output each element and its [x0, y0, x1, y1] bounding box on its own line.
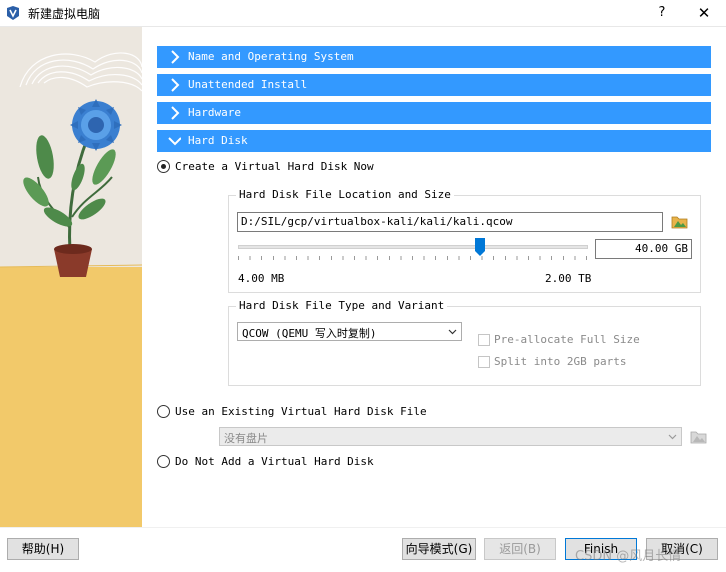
section-label: Hard Disk [188, 134, 248, 147]
help-button[interactable]: 帮助(H) [7, 538, 79, 560]
no-disk-label[interactable]: Do Not Add a Virtual Hard Disk [175, 455, 374, 468]
type-variant-group [228, 306, 701, 386]
disk-type-select[interactable]: QCOW (QEMU 写入时复制) [237, 322, 462, 341]
close-icon[interactable]: ✕ [692, 3, 716, 23]
disk-size-slider-ticks [238, 256, 588, 260]
section-hard-disk[interactable]: Hard Disk [157, 130, 711, 152]
chevron-down-icon [668, 434, 677, 440]
footer-separator [0, 527, 726, 528]
help-icon[interactable]: ? [653, 3, 671, 23]
max-size-label: 2.00 TB [545, 272, 592, 285]
preallocate-label[interactable]: Pre-allocate Full Size [494, 333, 640, 346]
no-disk-radio[interactable] [157, 455, 170, 468]
guided-mode-button[interactable]: 向导模式(G) [402, 538, 476, 560]
chevron-right-icon [171, 50, 180, 64]
existing-disk-label[interactable]: Use an Existing Virtual Hard Disk File [175, 405, 427, 418]
title-bar: 新建虚拟电脑 ? ✕ [0, 0, 726, 27]
chevron-right-icon [171, 106, 180, 120]
csdn-watermark: CSDN @风月长情 [575, 549, 682, 564]
virtualbox-icon [7, 6, 19, 20]
back-button[interactable]: 返回(B) [484, 538, 556, 560]
min-size-label: 4.00 MB [238, 272, 285, 285]
section-label: Unattended Install [188, 78, 308, 91]
split-label[interactable]: Split into 2GB parts [494, 355, 626, 368]
existing-disk-value: 没有盘片 [224, 432, 268, 445]
disk-size-input[interactable]: 40.00 GB [595, 239, 692, 259]
folder-open-icon[interactable] [671, 213, 689, 231]
location-size-title: Hard Disk File Location and Size [236, 188, 454, 201]
section-hardware[interactable]: Hardware [157, 102, 711, 124]
disk-type-value: QCOW (QEMU 写入时复制) [242, 327, 377, 340]
section-unattended-install[interactable]: Unattended Install [157, 74, 711, 96]
chevron-down-icon [448, 329, 457, 335]
existing-disk-radio[interactable] [157, 405, 170, 418]
section-name-os[interactable]: Name and Operating System [157, 46, 711, 68]
chevron-down-icon [168, 137, 181, 146]
create-disk-radio[interactable] [157, 160, 170, 173]
disk-size-slider-track[interactable] [238, 245, 588, 249]
existing-disk-select[interactable]: 没有盘片 [219, 427, 682, 446]
folder-open-icon[interactable] [690, 428, 708, 446]
chevron-right-icon [171, 78, 180, 92]
section-label: Hardware [188, 106, 241, 119]
window-title: 新建虚拟电脑 [28, 7, 101, 21]
disk-path-input[interactable]: D:/SIL/gcp/virtualbox-kali/kali/kali.qco… [237, 212, 663, 232]
wizard-illustration [0, 27, 142, 527]
type-variant-title: Hard Disk File Type and Variant [236, 299, 448, 312]
preallocate-checkbox[interactable] [478, 334, 490, 346]
create-disk-label[interactable]: Create a Virtual Hard Disk Now [175, 160, 374, 173]
split-checkbox[interactable] [478, 356, 490, 368]
section-label: Name and Operating System [188, 50, 354, 63]
